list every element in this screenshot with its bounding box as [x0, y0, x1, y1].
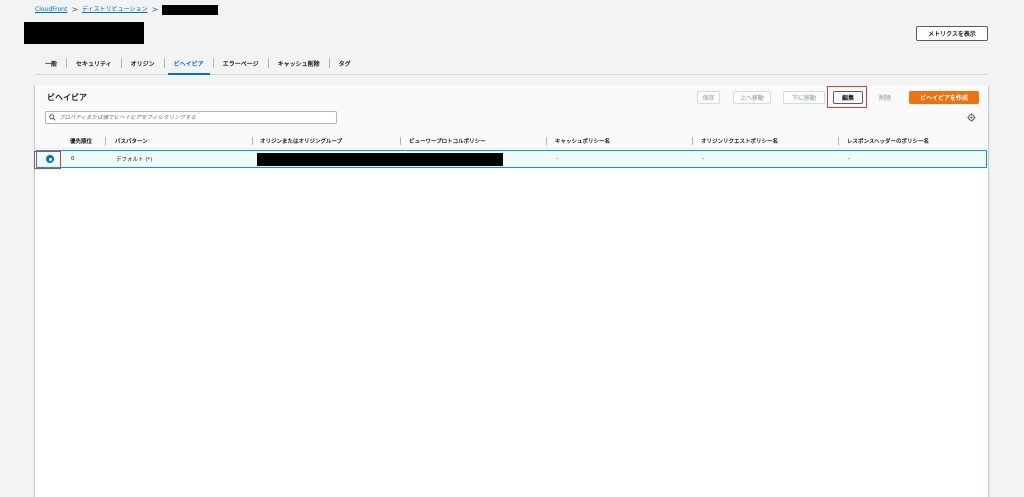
- cell-response-headers-policy: -: [848, 156, 850, 162]
- delete-button[interactable]: 削除: [873, 91, 897, 104]
- column-header-viewer-protocol[interactable]: ビューワープロトコルポリシー: [409, 133, 486, 148]
- settings-icon[interactable]: [967, 113, 976, 122]
- page-title-redacted: [24, 22, 144, 44]
- create-behavior-button[interactable]: ビヘイビアを作成: [909, 91, 979, 104]
- tab-bar: 一般 セキュリティ オリジン ビヘイビア エラーページ キャッシュ削除 タグ: [35, 52, 988, 75]
- row-select-radio[interactable]: [46, 155, 54, 163]
- column-divider: [838, 137, 839, 145]
- breadcrumb: CloudFront > ディストリビューション >: [35, 4, 219, 16]
- column-header-priority[interactable]: 優先順位: [70, 133, 92, 148]
- column-header-cache-policy[interactable]: キャッシュポリシー名: [555, 133, 610, 148]
- behaviors-panel: ビヘイビア 保存 上へ移動 下に移動 編集 削除 ビヘイビアを作成 優先順位 パ…: [35, 85, 988, 497]
- column-divider: [692, 137, 693, 145]
- page-right-gutter: [1006, 0, 1024, 497]
- search-icon: [49, 114, 56, 121]
- tab-origins[interactable]: オリジン: [122, 52, 164, 74]
- column-divider: [400, 137, 401, 145]
- table-row[interactable]: 0 デフォルト (*) - - -: [36, 150, 987, 168]
- view-metrics-button[interactable]: メトリクスを表示: [916, 26, 988, 41]
- tab-general[interactable]: 一般: [35, 52, 66, 74]
- edit-button[interactable]: 編集: [833, 91, 863, 104]
- chevron-right-icon: >: [71, 5, 79, 14]
- filter-search-input[interactable]: [59, 114, 336, 121]
- cell-path-pattern: デフォルト (*): [116, 157, 153, 163]
- column-header-origin-request-policy[interactable]: オリジンリクエストポリシー名: [701, 133, 778, 148]
- behaviors-title: ビヘイビア: [47, 93, 87, 102]
- move-down-button[interactable]: 下に移動: [783, 91, 825, 104]
- move-up-button[interactable]: 上へ移動: [733, 91, 771, 104]
- tab-security[interactable]: セキュリティ: [67, 52, 121, 74]
- cell-cache-policy: -: [556, 156, 558, 162]
- breadcrumb-distributions[interactable]: ディストリビューション: [82, 4, 147, 16]
- column-header-origin[interactable]: オリジンまたはオリジングループ: [260, 133, 342, 148]
- behaviors-panel-header: ビヘイビア 保存 上へ移動 下に移動 編集 削除 ビヘイビアを作成 優先順位 パ…: [35, 85, 988, 149]
- table-header: 優先順位 パスパターン オリジンまたはオリジングループ ビューワープロトコルポリ…: [35, 133, 988, 148]
- breadcrumb-cloudfront[interactable]: CloudFront: [35, 4, 67, 16]
- radio-selected-dot: [48, 157, 52, 161]
- breadcrumb-distribution-id-redacted: [162, 5, 219, 15]
- filter-search-field[interactable]: [45, 111, 337, 124]
- save-button[interactable]: 保存: [697, 91, 720, 104]
- tab-behaviors[interactable]: ビヘイビア: [165, 52, 213, 75]
- cell-origin-redacted: [257, 153, 503, 166]
- cell-priority: 0: [71, 156, 75, 162]
- column-divider: [105, 137, 106, 145]
- column-divider: [252, 137, 253, 145]
- column-header-response-headers-policy[interactable]: レスポンスヘッダーのポリシー名: [847, 133, 929, 148]
- column-divider: [546, 137, 547, 145]
- cell-origin-request-policy: -: [702, 156, 704, 162]
- tab-tags[interactable]: タグ: [330, 52, 360, 74]
- chevron-right-icon: >: [151, 5, 159, 14]
- tab-invalidations[interactable]: キャッシュ削除: [269, 52, 329, 74]
- tab-error-pages[interactable]: エラーページ: [214, 52, 268, 74]
- column-header-path-pattern[interactable]: パスパターン: [115, 133, 148, 148]
